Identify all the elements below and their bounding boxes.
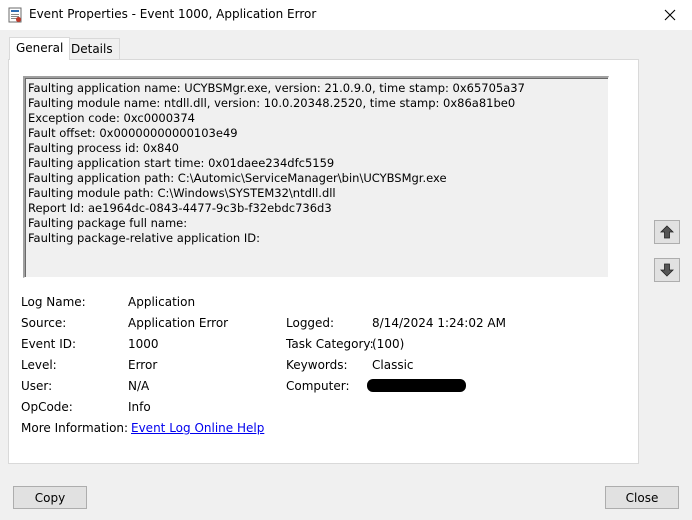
description-line: Faulting package full name: bbox=[28, 216, 188, 230]
event-id-value: 1000 bbox=[128, 337, 159, 351]
logged-value: 8/14/2024 1:24:02 AM bbox=[372, 316, 506, 330]
title-bar: Event Properties - Event 1000, Applicati… bbox=[0, 0, 692, 30]
event-viewer-icon bbox=[8, 7, 22, 23]
description-line: Faulting package-relative application ID… bbox=[28, 231, 260, 245]
copy-button[interactable]: Copy bbox=[13, 486, 87, 509]
user-label: User: bbox=[21, 379, 53, 393]
description-line: Fault offset: 0x00000000000103e49 bbox=[28, 126, 238, 140]
source-label: Source: bbox=[21, 316, 67, 330]
tab-general[interactable]: General bbox=[9, 37, 71, 60]
description-line: Faulting application name: UCYBSMgr.exe,… bbox=[28, 81, 525, 95]
opcode-label: OpCode: bbox=[21, 400, 73, 414]
keywords-value: Classic bbox=[372, 358, 414, 372]
level-label: Level: bbox=[21, 358, 57, 372]
event-id-label: Event ID: bbox=[21, 337, 77, 351]
event-log-online-help-link[interactable]: Event Log Online Help bbox=[131, 421, 264, 435]
source-value: Application Error bbox=[128, 316, 229, 330]
next-event-button[interactable] bbox=[654, 258, 680, 282]
tab-details[interactable]: Details bbox=[64, 38, 120, 59]
description-line: Faulting application start time: 0x01dae… bbox=[28, 156, 335, 170]
description-line: Faulting module name: ntdll.dll, version… bbox=[28, 96, 516, 110]
general-tab-panel: Faulting application name: UCYBSMgr.exe,… bbox=[8, 59, 639, 464]
description-line: Faulting application path: C:\Automic\Se… bbox=[28, 171, 447, 185]
window-title: Event Properties - Event 1000, Applicati… bbox=[29, 7, 317, 21]
description-line: Faulting process id: 0x840 bbox=[28, 141, 179, 155]
close-icon bbox=[664, 9, 676, 21]
log-name-value: Application bbox=[128, 295, 196, 309]
event-description-text: Faulting application name: UCYBSMgr.exe,… bbox=[28, 81, 604, 246]
description-line: Report Id: ae1964dc-0843-4477-9c3b-f32eb… bbox=[28, 201, 332, 215]
opcode-value: Info bbox=[128, 400, 151, 414]
close-window-button[interactable] bbox=[648, 0, 692, 30]
keywords-label: Keywords: bbox=[286, 358, 348, 372]
computer-label: Computer: bbox=[286, 379, 350, 393]
user-value: N/A bbox=[128, 379, 150, 393]
computer-value-redacted bbox=[367, 379, 466, 392]
logged-label: Logged: bbox=[286, 316, 335, 330]
task-category-label: Task Category: bbox=[286, 337, 374, 351]
more-information-label: More Information: bbox=[21, 421, 129, 435]
event-description-box[interactable]: Faulting application name: UCYBSMgr.exe,… bbox=[23, 76, 609, 278]
previous-event-button[interactable] bbox=[654, 220, 680, 244]
level-value: Error bbox=[128, 358, 158, 372]
arrow-up-icon bbox=[660, 225, 674, 239]
log-name-label: Log Name: bbox=[21, 295, 86, 309]
description-line: Exception code: 0xc0000374 bbox=[28, 111, 195, 125]
close-button[interactable]: Close bbox=[605, 486, 679, 509]
arrow-down-icon bbox=[660, 263, 674, 277]
task-category-value: (100) bbox=[372, 337, 405, 351]
description-line: Faulting module path: C:\Windows\SYSTEM3… bbox=[28, 186, 336, 200]
